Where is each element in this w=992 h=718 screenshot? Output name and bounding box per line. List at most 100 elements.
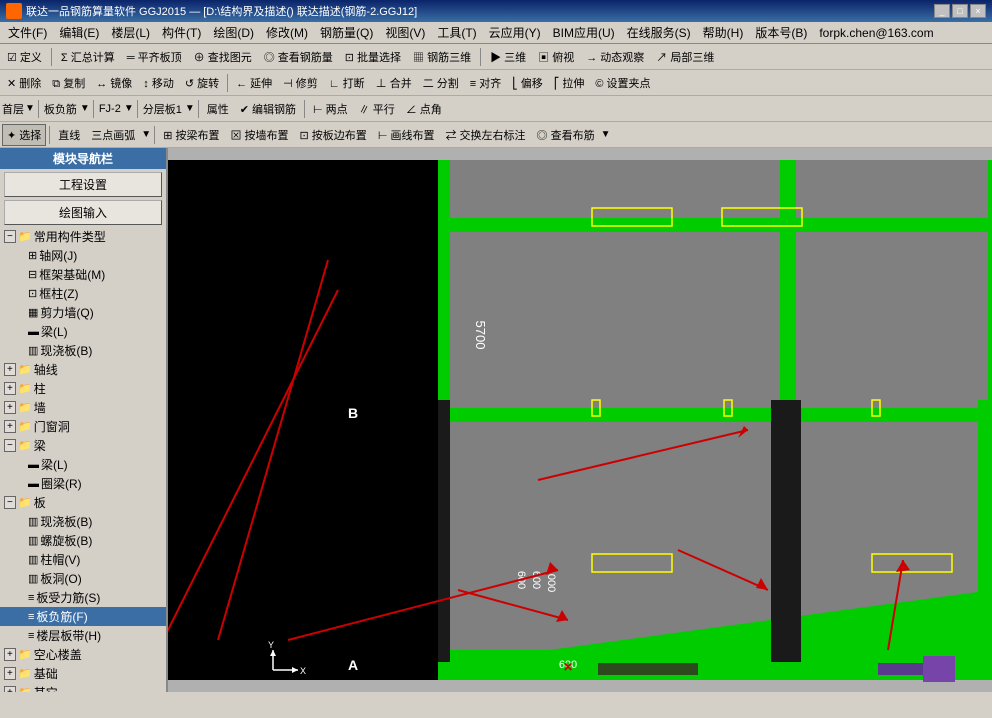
menu-item[interactable]: 文件(F) [2,22,53,43]
line-button[interactable]: 直线 [53,124,85,146]
tree-item[interactable]: ≡楼层板带(H) [0,626,166,645]
tree-expand-icon[interactable]: + [4,668,16,679]
offset-button[interactable]: ⎣ 偏移 [507,72,548,94]
point-angle-button[interactable]: ∠ 点角 [401,98,447,120]
tree-item[interactable]: +📁空心楼盖 [0,645,166,664]
dynamic-view-button[interactable]: → 动态观察 [581,46,649,68]
drawing-canvas[interactable]: 5700 600 600 1000 600 A B × [168,148,992,692]
tree-expand-icon[interactable]: + [4,364,16,375]
close-button[interactable]: × [970,4,986,18]
define-button[interactable]: ☑ 定义 [2,46,47,68]
view-rebar-button[interactable]: ◎ 查看钢筋量 [259,46,338,68]
menu-item[interactable]: 绘图(D) [207,22,260,43]
by-beam-break-button[interactable]: ⊠ 按墙布置 [225,124,293,146]
arc-button[interactable]: 三点画弧 [86,124,140,146]
trim-button[interactable]: ⊣ 修剪 [278,72,323,94]
tree-expand-icon[interactable]: − [4,440,16,451]
top-view-button[interactable]: ▣ 俯视 [533,46,579,68]
tree-expand-icon[interactable]: − [4,497,16,508]
menu-item[interactable]: 钢筋量(Q) [314,22,379,43]
tree-item-label: 现浇板(B) [40,342,92,359]
maximize-button[interactable]: □ [952,4,968,18]
menu-item[interactable]: 版本号(B) [749,22,813,43]
tree-item[interactable]: −📁梁 [0,436,166,455]
mirror-button[interactable]: ↔ 镜像 [91,72,137,94]
tree-expand-icon[interactable]: + [4,649,16,660]
tree-item[interactable]: ⊞轴网(J) [0,246,166,265]
menu-item[interactable]: BIM应用(U) [547,22,621,43]
parallel-button[interactable]: ∥ 平行 [354,98,400,120]
menu-item[interactable]: 楼层(L) [105,22,156,43]
project-settings-button[interactable]: 工程设置 [4,172,162,197]
tree-type-icon: 📁 [18,230,32,243]
batch-select-button[interactable]: ⊡ 批量选择 [340,46,406,68]
split-button[interactable]: 二 分割 [418,72,464,94]
grip-button[interactable]: © 设置夹点 [590,72,655,94]
break-button[interactable]: ∟ 打断 [324,72,370,94]
sep1 [51,48,52,66]
tree-item[interactable]: ⊡框柱(Z) [0,284,166,303]
tree-item[interactable]: ▬梁(L) [0,322,166,341]
copy-button[interactable]: ⧉ 复制 [47,72,90,94]
menu-item[interactable]: 视图(V) [379,22,431,43]
rebar-3d-button[interactable]: ▦ 钢筋三维 [408,46,476,68]
tree-item[interactable]: ≡板负筋(F) [0,607,166,626]
canvas-area[interactable]: 5700 600 600 1000 600 A B × [168,148,992,692]
tree-item[interactable]: −📁常用构件类型 [0,227,166,246]
tree-item[interactable]: ▦剪力墙(Q) [0,303,166,322]
3d-button[interactable]: ▶ 三维 [485,46,531,68]
menu-item[interactable]: forpk.chen@163.com [813,24,939,42]
tree-item[interactable]: ▥现浇板(B) [0,341,166,360]
level-board-button[interactable]: ═ 平齐板顶 [122,46,187,68]
delete-button[interactable]: ✕ 删除 [2,72,46,94]
extend-button[interactable]: ← 延伸 [231,72,277,94]
by-slab-edge-button[interactable]: ⊡ 按板边布置 [295,124,372,146]
stretch-button[interactable]: ⎡ 拉伸 [549,72,590,94]
move-button[interactable]: ↕ 移动 [138,72,179,94]
tree-item[interactable]: −📁板 [0,493,166,512]
two-point-button[interactable]: ⊢ 两点 [308,98,353,120]
by-beam-button[interactable]: ⊞ 按梁布置 [158,124,224,146]
tree-item[interactable]: ▬圈梁(R) [0,474,166,493]
tree-expand-icon[interactable]: + [4,402,16,413]
menu-item[interactable]: 在线服务(S) [621,22,697,43]
find-button[interactable]: ⊕ 查找图元 [189,46,257,68]
property-button[interactable]: 属性 [202,98,234,120]
tree-item[interactable]: ⊟框架基础(M) [0,265,166,284]
tree-expand-icon[interactable]: + [4,421,16,432]
rotate-button[interactable]: ↺ 旋转 [180,72,224,94]
tree-item[interactable]: +📁基础 [0,664,166,683]
tree-item[interactable]: ▥螺旋板(B) [0,531,166,550]
view-rebar-dist-button[interactable]: ◎ 查看布筋 [532,124,600,146]
menu-item[interactable]: 构件(T) [156,22,207,43]
tree-item[interactable]: ▥板洞(O) [0,569,166,588]
draw-line-button[interactable]: ⊢ 画线布置 [373,124,440,146]
tree-item[interactable]: +📁柱 [0,379,166,398]
local-3d-button[interactable]: ↗ 局部三维 [651,46,719,68]
tree-item[interactable]: ▥柱帽(V) [0,550,166,569]
menu-item[interactable]: 云应用(Y) [483,22,547,43]
menu-item[interactable]: 工具(T) [431,22,482,43]
menu-item[interactable]: 修改(M) [260,22,314,43]
tree-expand-icon[interactable]: − [4,231,16,242]
minimize-button[interactable]: _ [934,4,950,18]
align-button[interactable]: ≡ 对齐 [465,72,506,94]
menu-item[interactable]: 帮助(H) [697,22,750,43]
tree-item[interactable]: ▥现浇板(B) [0,512,166,531]
swap-annotation-button[interactable]: ⇄ 交换左右标注 [440,124,530,146]
tree-item[interactable]: +📁门窗洞 [0,417,166,436]
tree-expand-icon[interactable]: + [4,383,16,394]
tree-item[interactable]: ≡板受力筋(S) [0,588,166,607]
tree-item[interactable]: +📁其它 [0,683,166,692]
tree-item[interactable]: +📁轴线 [0,360,166,379]
calc-button[interactable]: Σ 汇总计算 [56,46,120,68]
tree-item[interactable]: ▬梁(L) [0,455,166,474]
merge-button[interactable]: ⊥ 合并 [371,72,417,94]
tree-type-icon: ▥ [28,515,38,528]
tree-expand-icon[interactable]: + [4,687,16,692]
tree-item[interactable]: +📁墙 [0,398,166,417]
menu-item[interactable]: 编辑(E) [53,22,105,43]
select-button[interactable]: ✦ 选择 [2,124,46,146]
edit-rebar-button[interactable]: ✔ 编辑钢筋 [235,98,301,120]
drawing-input-button[interactable]: 绘图输入 [4,200,162,225]
